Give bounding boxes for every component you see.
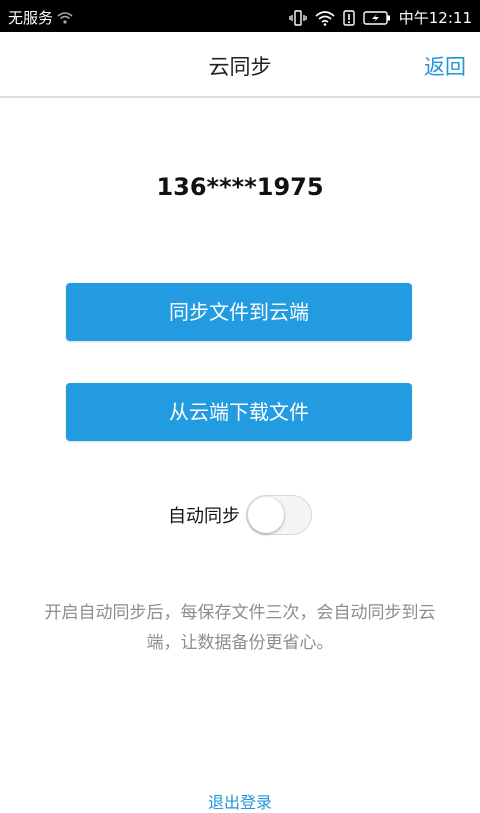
back-button[interactable]: 返回	[424, 51, 466, 81]
auto-sync-row: 自动同步	[0, 495, 480, 535]
logout-link[interactable]: 退出登录	[0, 789, 480, 813]
nav-bar: 云同步 返回	[0, 32, 480, 98]
toggle-knob	[248, 497, 284, 533]
carrier-text: 无服务	[8, 9, 54, 27]
account-phone: 136****1975	[156, 173, 324, 201]
auto-sync-label: 自动同步	[168, 506, 240, 527]
sync-to-cloud-button[interactable]: 同步文件到云端	[66, 283, 412, 341]
auto-sync-hint: 开启自动同步后，每保存文件三次，会自动同步到云端，让数据备份更省心。	[44, 603, 436, 653]
vibrate-icon	[289, 9, 307, 26]
page-title: 云同步	[208, 55, 272, 79]
wifi-icon	[57, 11, 73, 25]
battery-icon	[363, 10, 391, 26]
download-from-cloud-button[interactable]: 从云端下载文件	[66, 383, 412, 441]
status-right: 中午12:11	[289, 7, 472, 28]
status-time: 中午12:11	[398, 9, 472, 27]
status-bar: 无服务 中午12:11	[0, 0, 480, 32]
status-left: 无服务	[8, 7, 73, 28]
auto-sync-toggle[interactable]	[246, 495, 312, 535]
alert-icon	[343, 9, 355, 26]
signal-wifi-icon	[315, 10, 335, 26]
